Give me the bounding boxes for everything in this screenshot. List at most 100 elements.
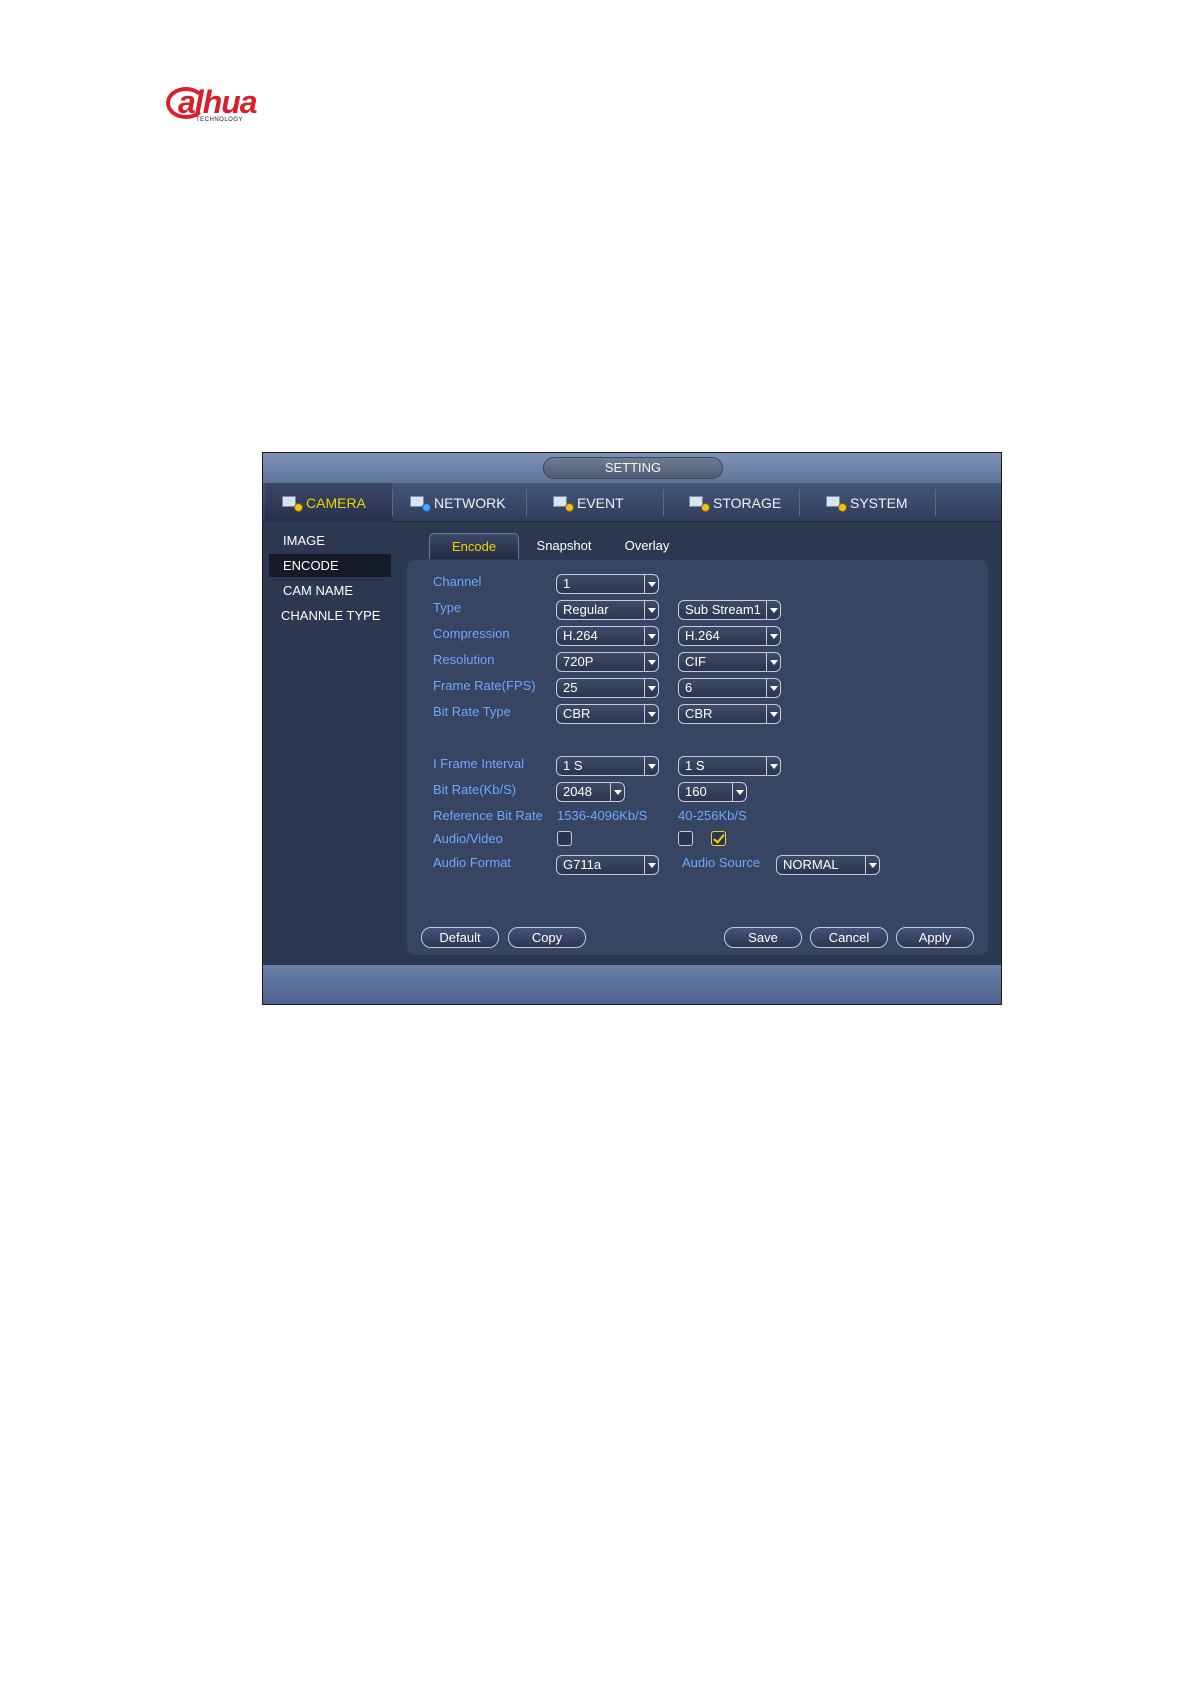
encode-panel: Channel 1 Type Regular Sub Stream1 Compr… [407,560,988,955]
default-button[interactable]: Default [421,927,499,948]
audio-video-main-checkbox[interactable] [557,831,572,846]
chevron-down-icon [644,627,658,645]
frame-rate-main-value: 25 [563,680,578,695]
bit-rate-sub-value: 160 [685,784,707,799]
nav-divider [799,489,800,516]
type-main-value: Regular [563,602,609,617]
window-title: SETTING [543,457,723,479]
i-frame-interval-main-value: 1 S [563,758,583,773]
sidebar-item-encode[interactable]: ENCODE [269,554,391,577]
bit-rate-type-main-select[interactable]: CBR [556,704,659,724]
compression-main-select[interactable]: H.264 [556,626,659,646]
i-frame-interval-sub-value: 1 S [685,758,705,773]
compression-main-value: H.264 [563,628,598,643]
chevron-down-icon [644,856,658,874]
nav-divider [663,489,664,516]
cancel-button[interactable]: Cancel [810,927,888,948]
sidebar-item-image[interactable]: IMAGE [269,529,391,552]
main-nav: CAMERA NETWORK EVENT STORAGE SYSTEM [263,483,1001,522]
bit-rate-main-value: 2048 [563,784,592,799]
i-frame-interval-main-select[interactable]: 1 S [556,756,659,776]
sidebar-item-channle-type[interactable]: CHANNLE TYPE [269,604,391,627]
event-icon [552,494,574,512]
i-frame-interval-sub-select[interactable]: 1 S [678,756,781,776]
setting-window: SETTING CAMERA NETWORK EVENT STORAGE SYS… [262,452,1002,1005]
audio-video-sub-video-checkbox[interactable] [711,831,726,846]
reference-bit-rate-main: 1536-4096Kb/S [557,808,648,823]
nav-tab-system[interactable]: SYSTEM [825,483,935,522]
nav-tab-label: SYSTEM [850,494,908,511]
audio-format-label: Audio Format [433,855,512,870]
chevron-down-icon [766,627,780,645]
bit-rate-label: Bit Rate(Kb/S) [433,782,517,797]
frame-rate-label: Frame Rate(FPS) [433,678,536,693]
channel-value: 1 [563,576,571,591]
audio-format-value: G711a [563,857,602,872]
bit-rate-main-select[interactable]: 2048 [556,782,625,802]
chevron-down-icon [644,679,658,697]
nav-divider [935,489,936,516]
title-bar: SETTING [263,453,1001,483]
compression-sub-select[interactable]: H.264 [678,626,781,646]
logo-subtitle: TECHNOLOGY [196,117,244,123]
window-footer [263,964,1001,1004]
nav-divider [392,489,393,516]
nav-tab-event[interactable]: EVENT [552,483,662,522]
chevron-down-icon [644,601,658,619]
audio-video-label: Audio/Video [433,831,503,846]
save-button[interactable]: Save [724,927,802,948]
chevron-down-icon [766,757,780,775]
chevron-down-icon [644,575,658,593]
channel-label: Channel [433,574,482,589]
nav-tab-camera[interactable]: CAMERA [265,483,392,522]
nav-tab-label: STORAGE [713,494,782,511]
frame-rate-sub-value: 6 [685,680,693,695]
nav-tab-network[interactable]: NETWORK [409,483,524,522]
type-sub-select[interactable]: Sub Stream1 [678,600,781,620]
dahua-logo: alhua TECHNOLOGY [166,84,282,126]
frame-rate-sub-select[interactable]: 6 [678,678,781,698]
sidebar: IMAGE ENCODE CAM NAME CHANNLE TYPE [263,523,391,963]
camera-icon [281,494,303,512]
reference-bit-rate-sub: 40-256Kb/S [678,808,747,823]
nav-tab-label: CAMERA [306,494,366,511]
chevron-down-icon [766,705,780,723]
bit-rate-sub-select[interactable]: 160 [678,782,747,802]
channel-select[interactable]: 1 [556,574,659,594]
sidebar-item-cam-name[interactable]: CAM NAME [269,579,391,602]
copy-button[interactable]: Copy [508,927,586,948]
bit-rate-type-sub-select[interactable]: CBR [678,704,781,724]
resolution-main-select[interactable]: 720P [556,652,659,672]
chevron-down-icon [766,679,780,697]
audio-source-select[interactable]: NORMAL [776,855,880,875]
audio-source-label: Audio Source [682,855,761,870]
resolution-sub-select[interactable]: CIF [678,652,781,672]
type-label: Type [433,600,462,615]
resolution-main-value: 720P [563,654,594,669]
nav-tab-storage[interactable]: STORAGE [688,483,798,522]
audio-format-select[interactable]: G711a [556,855,659,875]
system-icon [825,494,847,512]
reference-bit-rate-label: Reference Bit Rate [433,808,543,823]
compression-sub-value: H.264 [685,628,720,643]
resolution-sub-value: CIF [685,654,706,669]
storage-icon [688,494,710,512]
apply-button[interactable]: Apply [896,927,974,948]
logo-wordmark: alhua [178,84,258,120]
type-main-select[interactable]: Regular [556,600,659,620]
tab-snapshot[interactable]: Snapshot [529,533,599,559]
tab-encode[interactable]: Encode [429,533,519,559]
audio-video-sub-checkbox[interactable] [678,831,693,846]
chevron-down-icon [732,783,746,801]
nav-tab-label: EVENT [577,494,624,511]
resolution-label: Resolution [433,652,495,667]
type-sub-value: Sub Stream1 [685,602,761,617]
audio-source-value: NORMAL [783,857,839,872]
frame-rate-main-select[interactable]: 25 [556,678,659,698]
nav-divider [526,489,527,516]
i-frame-interval-label: I Frame Interval [433,756,525,771]
bit-rate-type-label: Bit Rate Type [433,704,511,719]
chevron-down-icon [766,653,780,671]
tab-overlay[interactable]: Overlay [617,533,677,559]
chevron-down-icon [766,601,780,619]
